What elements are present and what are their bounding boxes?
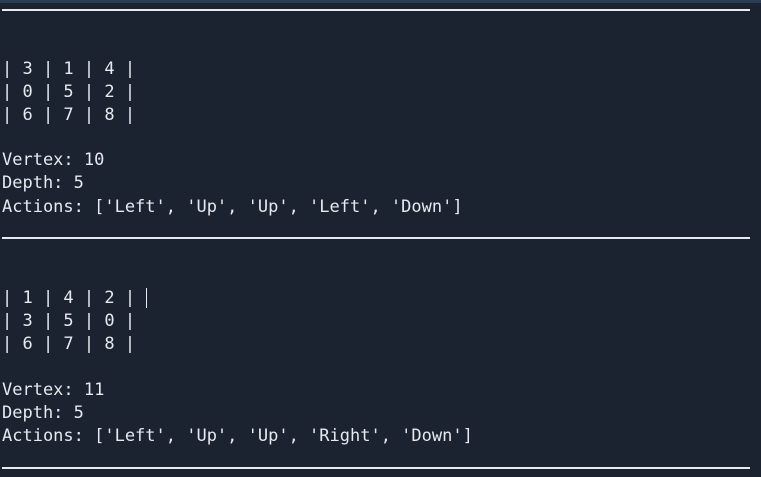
board-row: | 3 | 5 | 0 | (2, 311, 136, 331)
depth-label: Depth: 5 (2, 173, 84, 193)
separator-line (2, 237, 750, 239)
separator-line (2, 9, 750, 11)
vertex-label: Vertex: 10 (2, 150, 105, 170)
text-cursor (146, 288, 147, 308)
board-row: | 1 | 4 | 2 | (2, 288, 136, 308)
actions-label: Actions: ['Left', 'Up', 'Up', 'Right', '… (2, 426, 473, 446)
actions-label: Actions: ['Left', 'Up', 'Up', 'Left', 'D… (2, 197, 463, 217)
board-row: | 0 | 5 | 2 | (2, 82, 136, 102)
separator-line (2, 467, 750, 469)
depth-label: Depth: 5 (2, 403, 84, 423)
board-row: | 6 | 7 | 8 | (2, 334, 136, 354)
board-row: | 6 | 7 | 8 | (2, 105, 136, 125)
board-row: | 3 | 1 | 4 | (2, 59, 136, 79)
window-top-border (0, 0, 761, 3)
vertex-label: Vertex: 11 (2, 380, 105, 400)
